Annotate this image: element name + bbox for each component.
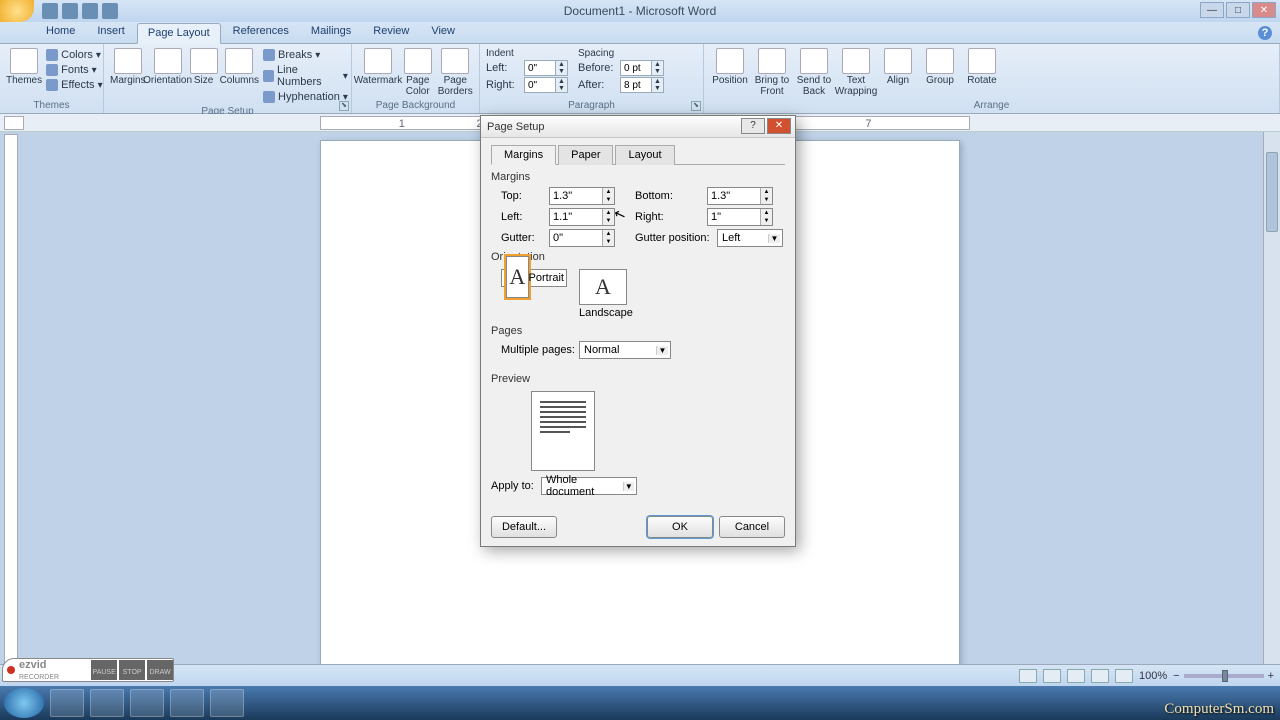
multiple-pages-select[interactable]: Normal▼ bbox=[579, 341, 671, 359]
landscape-icon: A bbox=[595, 274, 611, 300]
orientation-section-label: Orientation bbox=[491, 251, 785, 263]
ok-button[interactable]: OK bbox=[647, 516, 713, 538]
page-setup-dialog: Page Setup ? ✕ Margins Paper Layout Marg… bbox=[480, 115, 796, 547]
pages-section-label: Pages bbox=[491, 325, 785, 337]
right-margin-input[interactable]: ▲▼ bbox=[707, 208, 773, 226]
left-label: Left: bbox=[501, 211, 549, 223]
taskbar-ie-icon[interactable] bbox=[50, 689, 84, 717]
dialog-tab-margins[interactable]: Margins bbox=[491, 145, 556, 165]
preview-section-label: Preview bbox=[491, 373, 785, 385]
view-web-layout-icon[interactable] bbox=[1067, 669, 1085, 683]
dialog-tab-paper[interactable]: Paper bbox=[558, 145, 613, 165]
gutter-label: Gutter: bbox=[501, 232, 549, 244]
dialog-title: Page Setup bbox=[487, 121, 545, 133]
view-print-layout-icon[interactable] bbox=[1019, 669, 1037, 683]
zoom-slider[interactable] bbox=[1184, 674, 1264, 678]
recorder-widget: ezvid RECORDER PAUSE STOP DRAW bbox=[2, 658, 174, 682]
zoom-label: 100% bbox=[1139, 670, 1167, 682]
margins-section-label: Margins bbox=[491, 171, 785, 183]
recorder-draw-button[interactable]: DRAW bbox=[147, 660, 173, 680]
gutter-input[interactable]: ▲▼ bbox=[549, 229, 615, 247]
portrait-icon: A bbox=[509, 264, 525, 290]
start-button[interactable] bbox=[4, 688, 44, 718]
zoom-slider-knob[interactable] bbox=[1222, 670, 1228, 682]
taskbar-firefox-icon[interactable] bbox=[170, 689, 204, 717]
multiple-pages-label: Multiple pages: bbox=[501, 344, 579, 356]
recorder-stop-button[interactable]: STOP bbox=[119, 660, 145, 680]
taskbar-explorer-icon[interactable] bbox=[90, 689, 124, 717]
taskbar-word-icon[interactable] bbox=[210, 689, 244, 717]
top-label: Top: bbox=[501, 190, 549, 202]
view-full-screen-icon[interactable] bbox=[1043, 669, 1061, 683]
bottom-label: Bottom: bbox=[635, 190, 707, 202]
view-outline-icon[interactable] bbox=[1091, 669, 1109, 683]
left-margin-input[interactable]: ▲▼ bbox=[549, 208, 615, 226]
landscape-option[interactable]: ALandscape bbox=[579, 269, 633, 319]
gutter-position-select[interactable]: Left▼ bbox=[717, 229, 783, 247]
recorder-pause-button[interactable]: PAUSE bbox=[91, 660, 117, 680]
apply-to-label: Apply to: bbox=[491, 480, 541, 492]
watermark-text: ComputerSm.com bbox=[1164, 701, 1274, 718]
bottom-margin-input[interactable]: ▲▼ bbox=[707, 187, 773, 205]
chevron-down-icon: ▼ bbox=[656, 346, 668, 355]
cancel-button[interactable]: Cancel bbox=[719, 516, 785, 538]
zoom-out-button[interactable]: − bbox=[1173, 670, 1179, 682]
dialog-tab-layout[interactable]: Layout bbox=[615, 145, 674, 165]
chevron-down-icon: ▼ bbox=[623, 482, 634, 491]
apply-to-select[interactable]: Whole document▼ bbox=[541, 477, 637, 495]
zoom-in-button[interactable]: + bbox=[1268, 670, 1274, 682]
portrait-option[interactable]: APortrait bbox=[501, 269, 567, 287]
preview-thumbnail bbox=[531, 391, 595, 471]
view-draft-icon[interactable] bbox=[1115, 669, 1133, 683]
gutter-position-label: Gutter position: bbox=[635, 232, 717, 244]
dialog-close-button[interactable]: ✕ bbox=[767, 118, 791, 134]
recording-indicator-icon bbox=[7, 666, 15, 674]
default-button[interactable]: Default... bbox=[491, 516, 557, 538]
taskbar-media-icon[interactable] bbox=[130, 689, 164, 717]
chevron-down-icon: ▼ bbox=[768, 234, 780, 243]
right-label: Right: bbox=[635, 211, 707, 223]
dialog-help-button[interactable]: ? bbox=[741, 118, 765, 134]
top-margin-input[interactable]: ▲▼ bbox=[549, 187, 615, 205]
